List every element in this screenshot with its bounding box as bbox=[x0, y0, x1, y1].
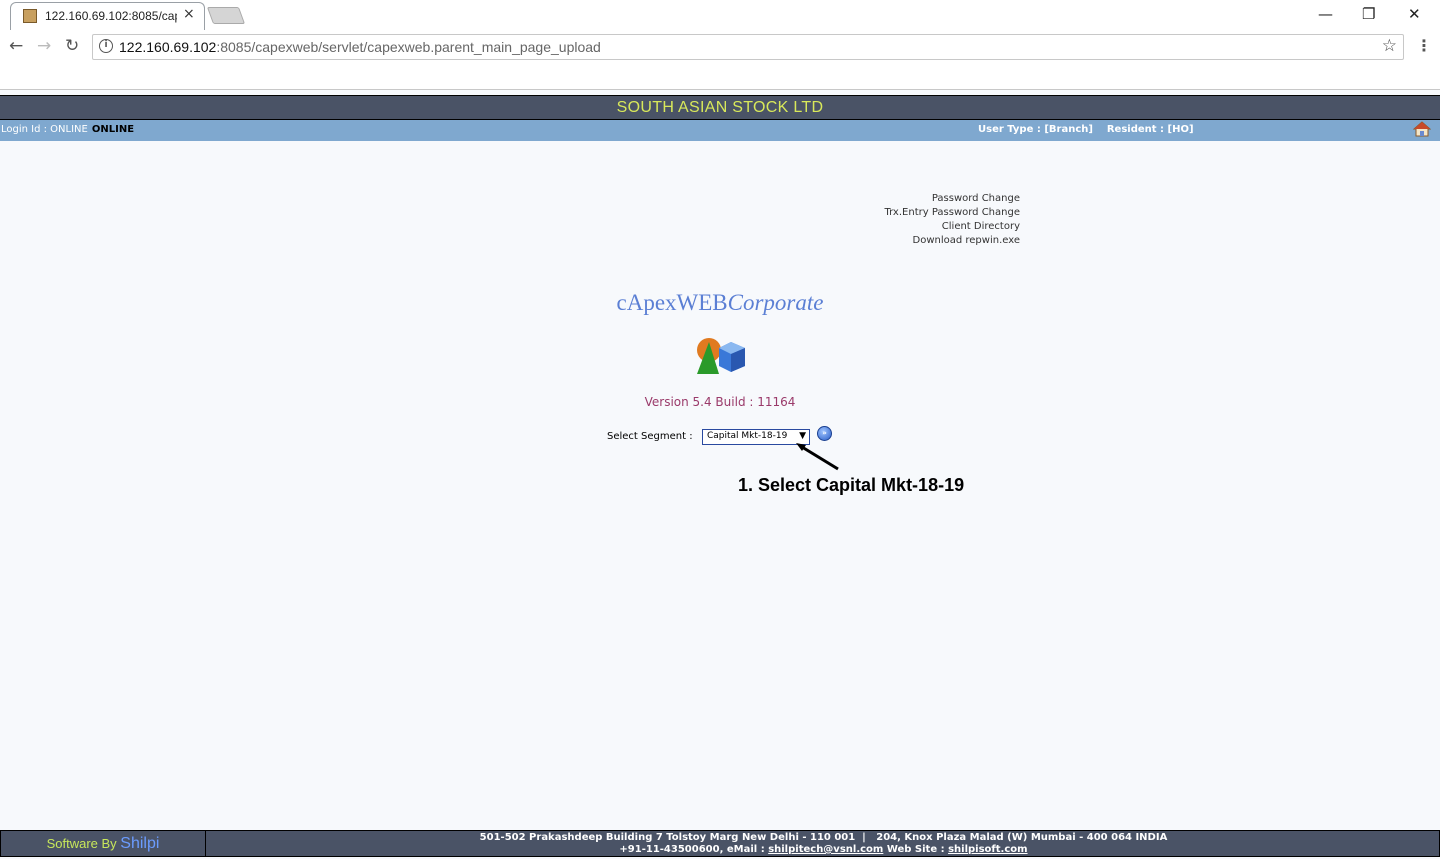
home-icon[interactable] bbox=[1413, 121, 1431, 137]
app-header: SOUTH ASIAN STOCK LTD bbox=[0, 95, 1440, 120]
menu-icon[interactable]: ⋮ bbox=[1416, 36, 1432, 55]
browser-toolbar: ← → ↻ i 122.160.69.102:8085/capexweb/ser… bbox=[0, 30, 1440, 90]
annotation-arrow-icon bbox=[796, 443, 839, 471]
version-text: Version 5.4 Build : 11164 bbox=[644, 395, 796, 409]
forward-icon[interactable]: → bbox=[37, 36, 51, 56]
info-bar: Login Id : ONLINE ONLINE User Type : [Bra… bbox=[0, 120, 1440, 141]
info-icon[interactable]: i bbox=[99, 39, 113, 53]
password-change-link[interactable]: Password Change bbox=[820, 192, 1020, 206]
brand-title: cApexWEBCorporate bbox=[616, 290, 824, 315]
login-id: Login Id : ONLINE ONLINE bbox=[1, 124, 135, 135]
app-logo-icon bbox=[697, 338, 745, 374]
segment-label: Select Segment : bbox=[607, 431, 693, 442]
trx-password-change-link[interactable]: Trx.Entry Password Change bbox=[820, 206, 1020, 220]
reload-icon[interactable]: ↻ bbox=[65, 36, 79, 56]
utility-links: Password Change Trx.Entry Password Chang… bbox=[820, 192, 1020, 248]
bookmark-star-icon[interactable]: ☆ bbox=[1382, 36, 1397, 56]
footer-address: 501-502 Prakashdeep Building 7 Tolstoy M… bbox=[479, 832, 1168, 855]
back-icon[interactable]: ← bbox=[9, 36, 23, 56]
download-repwin-link[interactable]: Download repwin.exe bbox=[820, 234, 1021, 248]
browser-tab[interactable]: 122.160.69.102:8085/capexweb/servlet × bbox=[10, 2, 205, 30]
favicon-icon bbox=[23, 9, 37, 23]
client-directory-link[interactable]: Client Directory bbox=[820, 220, 1020, 234]
company-name: SOUTH ASIAN STOCK LTD bbox=[616, 99, 824, 116]
software-by: Software By Shilpi bbox=[1, 831, 206, 856]
tab-close-icon[interactable]: × bbox=[183, 6, 195, 22]
user-type: User Type : [Branch] Resident : [HO] bbox=[978, 124, 1194, 135]
url-text: 122.160.69.102:8085/capexweb/servlet/cap… bbox=[119, 39, 601, 55]
address-bar[interactable]: i 122.160.69.102:8085/capexweb/servlet/c… bbox=[92, 34, 1404, 60]
annotation-text: 1. Select Capital Mkt-18-19 bbox=[738, 475, 965, 495]
tab-title: 122.160.69.102:8085/capexweb/servlet bbox=[45, 9, 177, 23]
email-link[interactable]: shilpitech@vsnl.com bbox=[768, 844, 883, 855]
go-button[interactable]: » bbox=[817, 426, 832, 441]
footer: Software By Shilpi 501-502 Prakashdeep B… bbox=[0, 830, 1440, 857]
close-window-icon[interactable]: ✕ bbox=[1408, 5, 1421, 23]
browser-tabstrip: 122.160.69.102:8085/capexweb/servlet × —… bbox=[0, 0, 1440, 30]
segment-selected-value: Capital Mkt-18-19 bbox=[707, 431, 788, 441]
website-link[interactable]: shilpisoft.com bbox=[948, 844, 1027, 855]
minimize-icon[interactable]: — bbox=[1318, 5, 1333, 23]
restore-icon[interactable]: ❐ bbox=[1362, 5, 1375, 23]
new-tab-button[interactable] bbox=[206, 7, 246, 24]
